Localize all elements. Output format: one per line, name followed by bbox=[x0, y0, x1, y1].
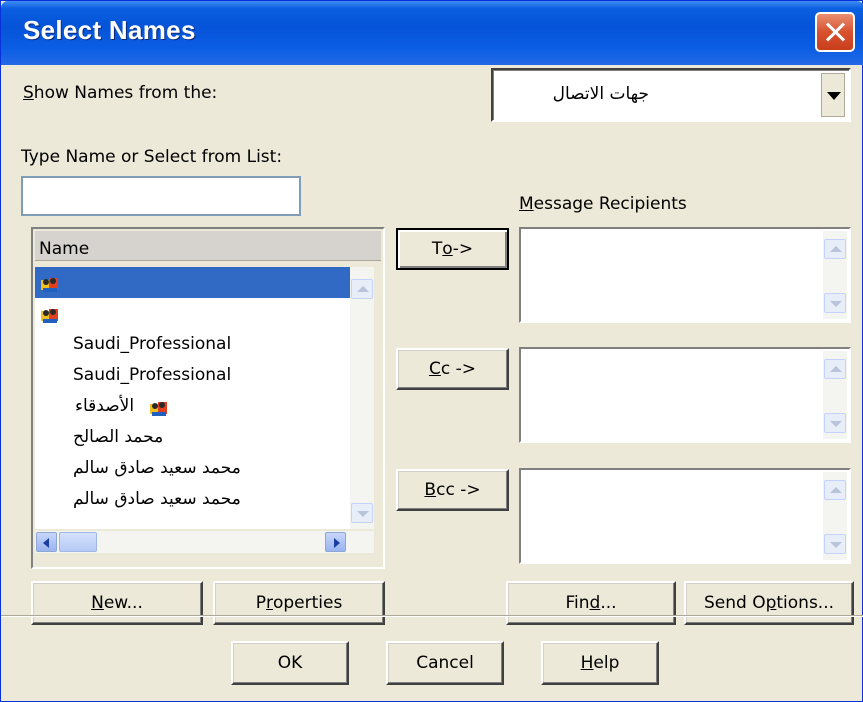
scroll-up-arrow-icon[interactable] bbox=[824, 359, 846, 379]
scroll-up-arrow-icon[interactable] bbox=[824, 239, 846, 259]
list-vertical-scrollbar[interactable] bbox=[350, 267, 374, 529]
list-item[interactable]: Saudi_Professional bbox=[35, 329, 350, 360]
message-recipients-label: Message Recipients bbox=[519, 194, 687, 214]
cancel-button[interactable]: Cancel bbox=[386, 641, 504, 685]
list-item[interactable]: محمد الصالح bbox=[35, 422, 350, 453]
scroll-down-arrow-icon[interactable] bbox=[351, 503, 373, 523]
list-item[interactable]: Saudi_Professional bbox=[35, 360, 350, 391]
scroll-thumb[interactable] bbox=[59, 532, 97, 552]
address-book-selected-value: جهات الاتصال bbox=[552, 84, 649, 104]
separator bbox=[1, 615, 863, 617]
cc-button[interactable]: Cc -> bbox=[396, 348, 509, 390]
cc-scrollbar[interactable] bbox=[823, 351, 847, 439]
scroll-left-arrow-icon[interactable] bbox=[36, 532, 57, 552]
scroll-down-arrow-icon[interactable] bbox=[824, 413, 846, 433]
close-button[interactable] bbox=[815, 12, 855, 52]
list-item[interactable]: الأصدقاء bbox=[35, 391, 350, 422]
type-name-input[interactable] bbox=[21, 176, 301, 216]
ok-button[interactable]: OK bbox=[231, 641, 349, 685]
scroll-up-arrow-icon[interactable] bbox=[351, 279, 373, 299]
distribution-list-icon bbox=[40, 305, 60, 323]
list-item-label: الأصدقاء bbox=[75, 396, 135, 416]
bcc-recipients-box[interactable] bbox=[519, 468, 851, 564]
scroll-right-arrow-icon[interactable] bbox=[325, 532, 346, 552]
list-item[interactable] bbox=[35, 267, 350, 298]
list-item[interactable] bbox=[35, 298, 350, 329]
new-button[interactable]: New... bbox=[31, 581, 203, 625]
window-title: Select Names bbox=[23, 15, 196, 45]
scroll-up-arrow-icon[interactable] bbox=[824, 480, 846, 500]
distribution-list-icon bbox=[40, 274, 60, 292]
address-book-select[interactable]: جهات الاتصال bbox=[491, 68, 851, 122]
cc-recipients-box[interactable] bbox=[519, 347, 851, 443]
show-names-label: Show Names from the: bbox=[23, 83, 218, 103]
list-item[interactable]: محمد سعيد صادق سالم bbox=[35, 453, 350, 484]
name-list: Name Saudi_Professional Saudi_Profession… bbox=[31, 227, 385, 569]
list-horizontal-scrollbar[interactable] bbox=[35, 531, 374, 553]
scroll-down-arrow-icon[interactable] bbox=[824, 293, 846, 313]
title-bar[interactable]: Select Names bbox=[1, 1, 863, 65]
to-scrollbar[interactable] bbox=[823, 231, 847, 319]
select-names-dialog: Select Names Show Names from the: جهات ا… bbox=[0, 0, 863, 702]
to-button[interactable]: To -> bbox=[396, 228, 509, 270]
find-button[interactable]: Fin d... bbox=[506, 581, 676, 625]
scroll-down-arrow-icon[interactable] bbox=[824, 534, 846, 554]
column-header-name[interactable]: Name bbox=[35, 231, 381, 261]
list-item[interactable]: محمد سعيد صادق سالم bbox=[35, 484, 350, 515]
distribution-list-icon bbox=[149, 398, 169, 416]
name-list-items[interactable]: Saudi_Professional Saudi_Professional ال… bbox=[35, 267, 350, 529]
bcc-scrollbar[interactable] bbox=[823, 472, 847, 560]
chevron-down-icon[interactable] bbox=[821, 73, 845, 117]
bcc-button[interactable]: Bcc -> bbox=[396, 469, 509, 511]
send-options-button[interactable]: Send Op tions... bbox=[684, 581, 854, 625]
help-button[interactable]: Help bbox=[541, 641, 659, 685]
to-recipients-box[interactable] bbox=[519, 227, 851, 323]
properties-button[interactable]: Pr operties bbox=[213, 581, 385, 625]
type-name-label: Type Name or Select from List: bbox=[21, 147, 283, 167]
